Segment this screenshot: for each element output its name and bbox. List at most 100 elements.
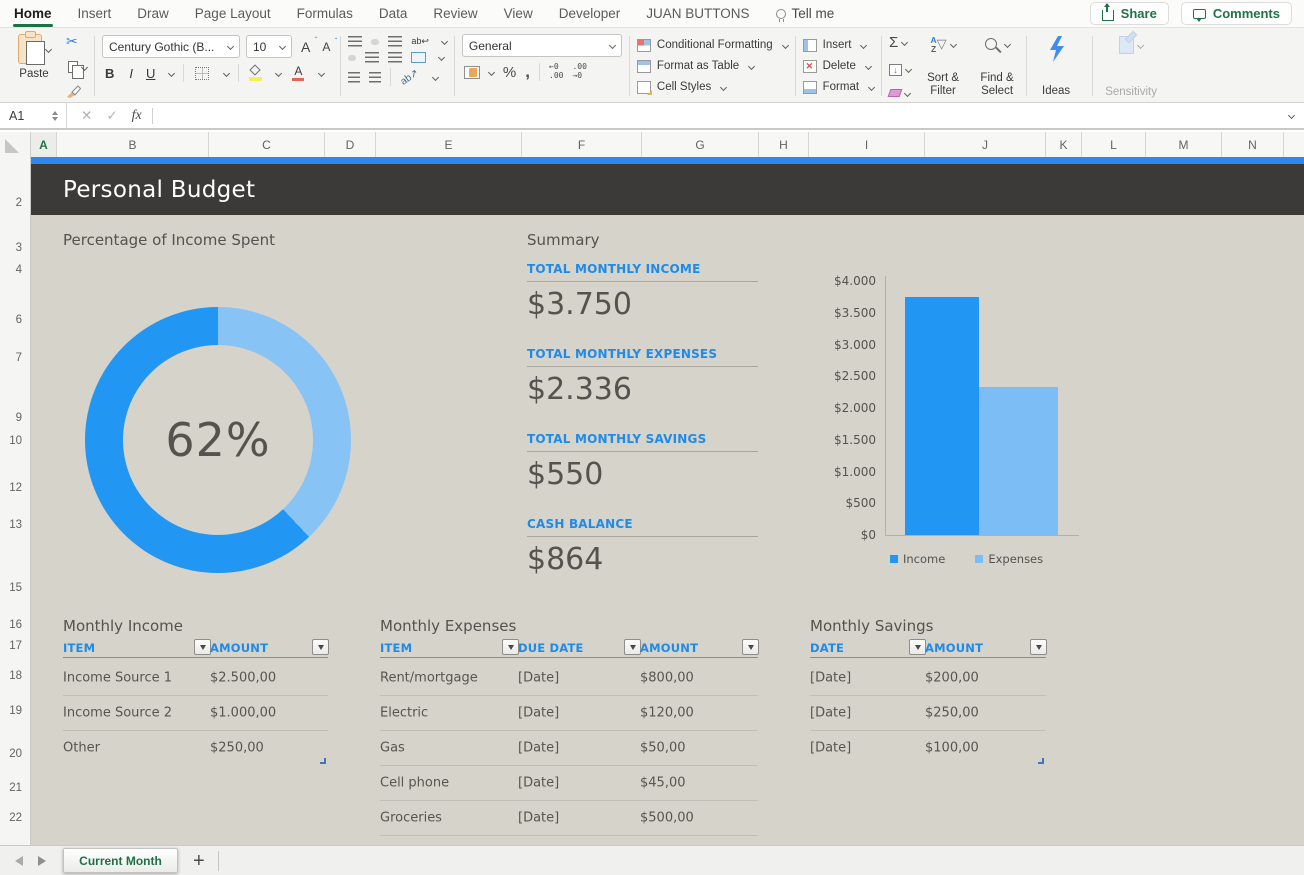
wrap-text-dropdown-icon[interactable]: [441, 38, 448, 45]
select-all-corner[interactable]: [0, 132, 31, 157]
font-size-select[interactable]: 10: [246, 35, 292, 58]
table-row[interactable]: Income Source 2$1.000,00: [63, 695, 328, 730]
decrease-font-size-button[interactable]: Aˇ: [319, 40, 333, 54]
table-row[interactable]: Income Source 1$2.500,00: [63, 660, 328, 695]
tell-me[interactable]: Tell me: [776, 6, 835, 21]
fill-down-icon[interactable]: ↓: [889, 64, 902, 76]
table-row[interactable]: Rent/mortgage[Date]$800,00: [380, 660, 758, 695]
table-resize-handle[interactable]: [320, 758, 326, 764]
column-header-h[interactable]: H: [759, 132, 809, 157]
bold-button[interactable]: B: [102, 66, 117, 81]
autosum-icon[interactable]: Σ: [889, 35, 898, 50]
confirm-entry-icon[interactable]: ✓: [106, 108, 117, 124]
clear-dropdown-icon[interactable]: [904, 89, 911, 96]
find-select-button[interactable]: Find & Select: [975, 34, 1019, 98]
prev-sheet-arrow[interactable]: [15, 856, 23, 866]
borders-icon[interactable]: [195, 67, 209, 80]
table-resize-handle[interactable]: [1038, 758, 1044, 764]
sort-filter-button[interactable]: AZ ▽ Sort & Filter: [919, 34, 967, 98]
accounting-dropdown-icon[interactable]: [488, 68, 495, 75]
accounting-format-icon[interactable]: [464, 66, 480, 79]
row-header-18[interactable]: 18: [9, 670, 22, 682]
column-header-f[interactable]: F: [522, 132, 642, 157]
copy-dropdown-icon[interactable]: [81, 63, 88, 70]
row-header-17[interactable]: 17: [9, 640, 22, 652]
next-sheet-arrow[interactable]: [38, 856, 46, 866]
fill-color-dropdown-icon[interactable]: [275, 69, 282, 76]
formula-bar-expand-icon[interactable]: [1288, 112, 1295, 119]
percent-style-icon[interactable]: %: [503, 64, 516, 81]
delete-cells-button[interactable]: Delete: [803, 56, 874, 76]
bar-income[interactable]: [905, 297, 979, 535]
italic-button[interactable]: I: [126, 66, 136, 81]
autosum-dropdown-icon[interactable]: [901, 39, 908, 46]
row-header-16[interactable]: 16: [9, 619, 22, 631]
add-sheet-button[interactable]: +: [193, 851, 205, 871]
column-header-g[interactable]: G: [642, 132, 759, 157]
share-button[interactable]: Share: [1090, 2, 1169, 25]
column-header-d[interactable]: D: [325, 132, 376, 157]
font-color-icon[interactable]: A: [290, 65, 306, 82]
comments-button[interactable]: Comments: [1181, 2, 1292, 25]
row-header-4[interactable]: 4: [16, 264, 22, 276]
insert-cells-button[interactable]: Insert: [803, 35, 874, 55]
filter-button-item[interactable]: [194, 639, 211, 655]
table-row[interactable]: Groceries[Date]$500,00: [380, 800, 758, 835]
name-box[interactable]: A1: [0, 109, 52, 123]
table-row[interactable]: [Date]$250,00: [810, 695, 1046, 730]
fill-color-icon[interactable]: [248, 66, 263, 81]
merge-center-icon[interactable]: [411, 52, 426, 63]
orientation-dropdown-icon[interactable]: [432, 73, 439, 80]
row-header-15[interactable]: 15: [9, 582, 22, 594]
increase-indent-icon[interactable]: [369, 72, 381, 83]
align-center-icon[interactable]: [365, 52, 379, 63]
table-row[interactable]: Car payment[Date]$273,00: [380, 835, 758, 845]
filter-button-item[interactable]: [502, 639, 519, 655]
row-header-3[interactable]: 3: [16, 242, 22, 254]
align-top-icon[interactable]: [348, 36, 362, 47]
menu-item-review[interactable]: Review: [433, 6, 477, 21]
column-header-n[interactable]: N: [1222, 132, 1284, 157]
column-header-b[interactable]: B: [57, 132, 209, 157]
align-right-icon[interactable]: [388, 52, 402, 63]
menu-item-juan-buttons[interactable]: JUAN BUTTONS: [646, 6, 749, 21]
filter-button-amount[interactable]: [312, 639, 329, 655]
column-header-a[interactable]: A: [31, 132, 57, 157]
bar-chart[interactable]: IncomeExpenses $0$500$1.000$1.500$2.000$…: [800, 270, 1080, 580]
row-header-20[interactable]: 20: [9, 748, 22, 760]
menu-item-draw[interactable]: Draw: [137, 6, 169, 21]
name-box-spinner[interactable]: [52, 111, 58, 121]
paste-button[interactable]: Paste: [8, 34, 60, 98]
borders-dropdown-icon[interactable]: [223, 69, 230, 76]
cell-styles-button[interactable]: Cell Styles: [637, 77, 788, 97]
cut-icon[interactable]: ✂: [66, 35, 78, 49]
row-header-10[interactable]: 10: [9, 435, 22, 447]
column-header-c[interactable]: C: [209, 132, 325, 157]
underline-button[interactable]: U: [145, 66, 156, 81]
underline-dropdown-icon[interactable]: [168, 69, 175, 76]
menu-item-insert[interactable]: Insert: [78, 6, 112, 21]
row-header-2[interactable]: 2: [16, 197, 22, 209]
font-name-select[interactable]: Century Gothic (B...: [102, 35, 240, 58]
font-color-dropdown-icon[interactable]: [318, 69, 325, 76]
row-header-12[interactable]: 12: [9, 482, 22, 494]
wrap-text-icon[interactable]: ab↩: [411, 36, 429, 47]
row-header-19[interactable]: 19: [9, 705, 22, 717]
column-header-l[interactable]: L: [1082, 132, 1146, 157]
decrease-indent-icon[interactable]: [348, 72, 360, 83]
column-header-k[interactable]: K: [1046, 132, 1082, 157]
insert-function-icon[interactable]: fx: [132, 108, 142, 124]
column-header-j[interactable]: J: [925, 132, 1046, 157]
increase-decimal-icon[interactable]: ←0.00: [549, 63, 563, 81]
row-header-6[interactable]: 6: [16, 314, 22, 326]
format-painter-icon[interactable]: [66, 85, 82, 98]
decrease-decimal-icon[interactable]: .00→0: [572, 63, 586, 81]
row-header-13[interactable]: 13: [9, 519, 22, 531]
menu-item-formulas[interactable]: Formulas: [297, 6, 353, 21]
orientation-icon[interactable]: ab↗: [399, 67, 421, 87]
ideas-button[interactable]: Ideas: [1034, 34, 1078, 98]
increase-font-size-button[interactable]: Aˆ: [298, 39, 313, 55]
align-left-icon[interactable]: [348, 55, 356, 61]
format-cells-button[interactable]: Format: [803, 77, 874, 97]
copy-icon[interactable]: [68, 61, 78, 73]
